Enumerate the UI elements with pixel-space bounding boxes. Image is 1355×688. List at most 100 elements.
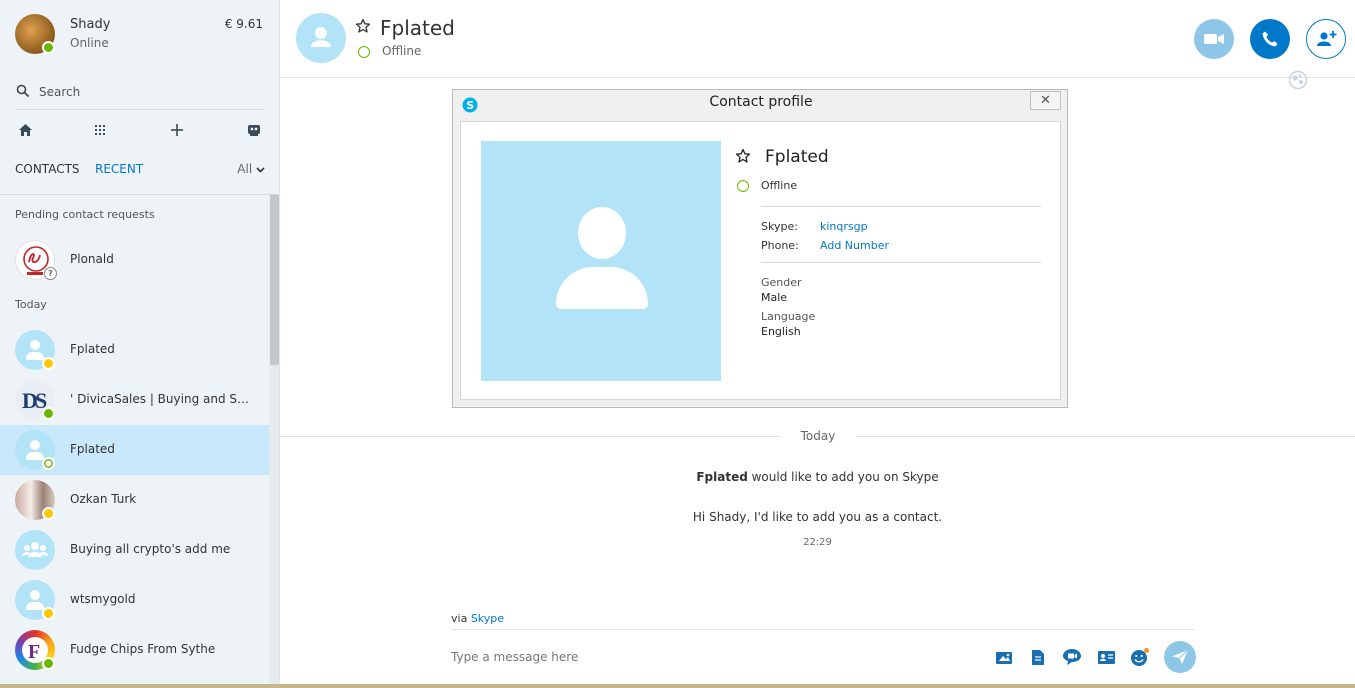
contact-name: Buying all crypto's add me xyxy=(70,542,231,556)
dialpad-icon xyxy=(95,125,105,135)
skype-name-link[interactable]: kinqrsgp xyxy=(820,220,868,233)
list-item[interactable]: Fplated xyxy=(0,325,269,375)
list-item[interactable]: F Fudge Chips From Sythe xyxy=(0,625,269,675)
contacts-book-button[interactable] xyxy=(244,120,264,140)
section-pending-label: Pending contact requests xyxy=(15,208,155,221)
list-item[interactable]: D S ' DivicaSales | Buying and Sell... xyxy=(0,375,269,425)
contact-name: wtsmygold xyxy=(70,592,136,606)
contact-list[interactable]: Pending contact requests ? Plonald Today… xyxy=(0,195,269,686)
request-text: would like to add you on Skype xyxy=(747,470,939,484)
list-item[interactable]: Ozkan Turk xyxy=(0,475,269,525)
favorite-star-icon[interactable] xyxy=(735,148,751,164)
contact-name: Plonald xyxy=(70,252,114,266)
search-box xyxy=(15,78,265,110)
sidebar-toolbar xyxy=(15,120,265,142)
divider xyxy=(451,629,1195,630)
tab-contacts[interactable]: CONTACTS xyxy=(15,162,80,176)
send-file-button[interactable] xyxy=(1027,647,1049,667)
via-prefix: via xyxy=(451,612,471,625)
default-avatar-head-icon xyxy=(578,207,626,259)
contact-list-scrollbar[interactable] xyxy=(269,195,279,686)
contact-tabs: CONTACTS RECENT All xyxy=(15,162,265,182)
audio-call-button[interactable] xyxy=(1250,19,1290,59)
dialpad-button[interactable] xyxy=(90,120,110,140)
divider xyxy=(761,206,1041,207)
video-message-icon xyxy=(1063,649,1081,665)
filter-dropdown[interactable]: All xyxy=(237,162,265,176)
online-status-icon xyxy=(42,41,55,54)
search-icon xyxy=(16,84,30,98)
phone-label: Phone: xyxy=(761,239,799,252)
skype-label: Skype: xyxy=(761,220,798,233)
gender-value: Male xyxy=(761,291,788,304)
online-status-icon xyxy=(42,657,55,670)
requester-name: Fplated xyxy=(696,470,748,484)
send-message-button[interactable] xyxy=(1164,641,1196,673)
add-person-icon xyxy=(1317,31,1337,46)
default-avatar-icon xyxy=(311,27,331,47)
contact-card-icon xyxy=(1097,650,1115,664)
new-conversation-button[interactable] xyxy=(167,120,187,140)
send-contacts-button[interactable] xyxy=(1095,647,1117,667)
image-icon xyxy=(996,652,1012,664)
language-value: English xyxy=(761,325,801,338)
conversation-header: Fplated Offline xyxy=(280,0,1355,78)
chevron-down-icon xyxy=(256,167,265,173)
send-icon xyxy=(1172,649,1189,664)
contact-profile-dialog: S Contact profile ✕ Fplated Offline Skyp… xyxy=(452,89,1068,408)
contact-name-heading[interactable]: Fplated xyxy=(380,16,455,40)
pending-question-icon: ? xyxy=(44,267,57,280)
away-status-icon xyxy=(42,357,55,370)
dialog-title: Contact profile xyxy=(709,94,813,110)
contact-status: Offline xyxy=(382,44,422,58)
contact-avatar[interactable] xyxy=(296,13,346,63)
away-status-icon xyxy=(42,607,55,620)
globe-icon[interactable] xyxy=(1288,70,1308,90)
message-input[interactable] xyxy=(451,645,971,669)
scrollbar-thumb[interactable] xyxy=(270,195,279,365)
list-item[interactable]: wtsmygold xyxy=(0,575,269,625)
avatar xyxy=(15,530,55,570)
profile-name: Fplated xyxy=(765,147,829,167)
video-camera-icon xyxy=(1204,34,1224,44)
video-message-button[interactable] xyxy=(1061,647,1083,667)
via-skype-link[interactable]: Skype xyxy=(471,612,504,625)
contact-name: Fplated xyxy=(70,442,115,456)
default-avatar-body-icon xyxy=(556,267,648,309)
skype-credit[interactable]: € 9.61 xyxy=(225,17,263,31)
group-icon xyxy=(22,542,48,557)
my-profile[interactable]: Shady Online € 9.61 xyxy=(15,14,265,58)
emoticons-button[interactable] xyxy=(1129,647,1151,667)
os-taskbar xyxy=(0,684,1355,688)
profile-status: Offline xyxy=(761,179,798,192)
offline-status-icon xyxy=(42,457,55,470)
request-message: Hi Shady, I'd like to add you as a conta… xyxy=(692,510,943,524)
video-call-button[interactable] xyxy=(1194,19,1234,59)
list-item-selected[interactable]: Fplated xyxy=(0,425,269,475)
contact-name: ' DivicaSales | Buying and Sell... xyxy=(70,392,255,406)
list-item-pending[interactable]: ? Plonald xyxy=(0,235,269,285)
add-number-link[interactable]: Add Number xyxy=(820,239,889,252)
contact-name: Fplated xyxy=(70,342,115,356)
contact-name: Ozkan Turk xyxy=(70,492,137,506)
favorite-star-icon[interactable] xyxy=(355,18,371,34)
sidebar: Shady Online € 9.61 Search CONTACTS RECE… xyxy=(0,0,280,686)
list-item[interactable]: Buying all crypto's add me xyxy=(0,525,269,575)
home-button[interactable] xyxy=(15,120,35,140)
language-label: Language xyxy=(761,310,816,323)
bot-icon xyxy=(248,125,260,136)
tab-recent[interactable]: RECENT xyxy=(95,162,143,176)
file-icon xyxy=(1032,649,1044,665)
add-people-button[interactable] xyxy=(1306,19,1346,59)
send-photo-button[interactable] xyxy=(993,647,1015,667)
search-input[interactable] xyxy=(39,81,259,103)
my-name: Shady xyxy=(70,17,111,32)
section-today-label: Today xyxy=(15,298,47,311)
skype-window: Shady Online € 9.61 Search CONTACTS RECE… xyxy=(0,0,1355,688)
my-status[interactable]: Online xyxy=(70,36,109,50)
smiley-icon xyxy=(1131,648,1149,666)
dialog-close-button[interactable]: ✕ xyxy=(1030,91,1061,110)
away-status-icon xyxy=(42,507,55,520)
phone-icon xyxy=(1262,31,1278,47)
home-icon xyxy=(18,124,32,136)
